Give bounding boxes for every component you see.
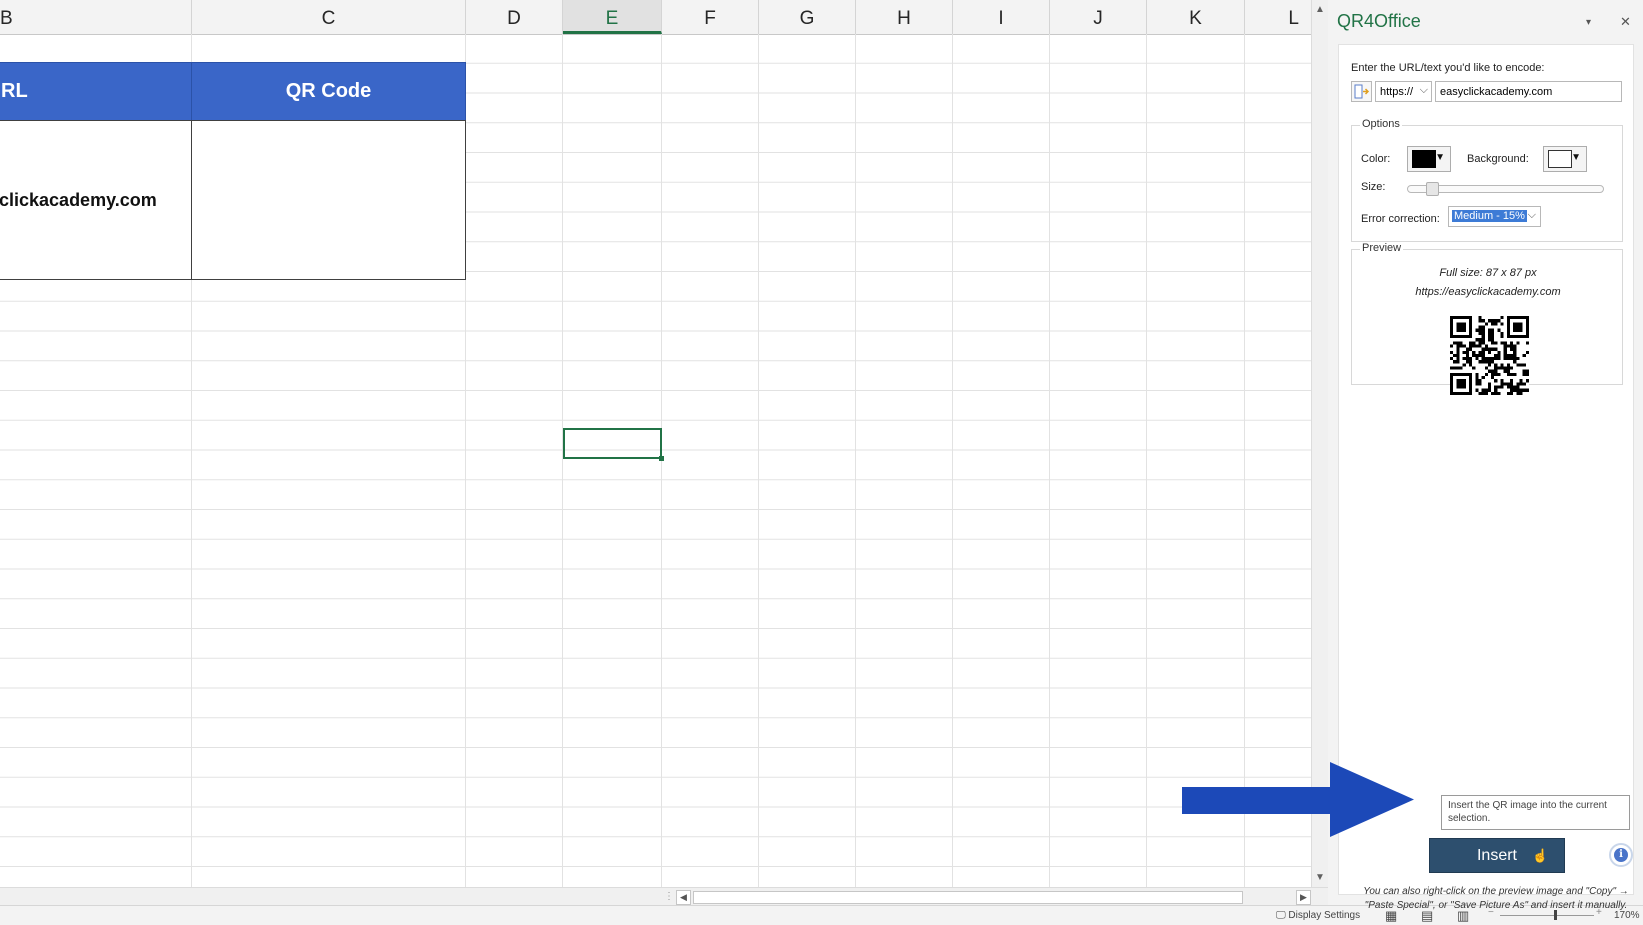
table-header-url[interactable]: RL: [0, 62, 192, 121]
preview-group: Preview Full size: 87 x 87 px https://ea…: [1351, 242, 1623, 395]
gridline: [1244, 34, 1245, 887]
column-header-e[interactable]: E: [563, 0, 662, 34]
tutorial-arrow-icon: [1182, 762, 1414, 837]
background-picker-button[interactable]: ▼: [1543, 146, 1587, 172]
pane-options-chevron-icon[interactable]: ▾: [1586, 17, 1591, 28]
display-settings-button[interactable]: 🖵 Display Settings: [1276, 910, 1360, 921]
pane-title: QR4Office: [1337, 11, 1421, 31]
insert-button[interactable]: Insert ☝: [1429, 838, 1565, 873]
table-header-qr-code[interactable]: QR Code: [191, 62, 466, 121]
sheet-tab-splitter-icon[interactable]: ⋮: [664, 891, 674, 902]
column-header-d[interactable]: D: [466, 0, 563, 34]
table-header-qr-label: QR Code: [285, 80, 372, 102]
url-input-value: easyclickacademy.com: [1440, 86, 1553, 98]
size-label: Size:: [1361, 181, 1386, 193]
options-legend: Options: [1360, 118, 1402, 130]
background-swatch: [1548, 150, 1572, 168]
preview-size-text: Full size: 87 x 87 px: [1439, 267, 1537, 279]
scroll-right-icon[interactable]: ▶: [1296, 890, 1311, 905]
gridline: [1049, 34, 1050, 887]
caret-down-icon: ▼: [1435, 152, 1445, 163]
cell-url[interactable]: clickacademy.com: [0, 120, 192, 280]
gridline: [1146, 34, 1147, 887]
scroll-up-icon[interactable]: ▲: [1315, 4, 1325, 15]
table-header-url-label: RL: [1, 80, 28, 102]
column-header-c[interactable]: C: [192, 0, 466, 34]
insert-tooltip: Insert the QR image into the current sel…: [1441, 795, 1630, 830]
protocol-value: https://: [1380, 86, 1414, 98]
protocol-select[interactable]: https:// ⌵: [1375, 81, 1432, 102]
chevron-down-icon: ⌵: [1419, 84, 1428, 96]
info-button[interactable]: i: [1609, 843, 1633, 867]
column-header-b[interactable]: B: [0, 0, 192, 34]
column-header-j[interactable]: J: [1050, 0, 1147, 34]
cell-url-text: clickacademy.com: [0, 189, 157, 210]
encode-label: Enter the URL/text you'd like to encode:: [1351, 62, 1545, 74]
close-icon[interactable]: ✕: [1620, 14, 1631, 30]
column-header-l[interactable]: L: [1245, 0, 1311, 34]
column-letter: B: [0, 8, 13, 29]
options-group: Options Color: ▼ Background: ▼ Size: Err…: [1351, 118, 1623, 242]
horizontal-scroll-thumb[interactable]: [693, 891, 1243, 904]
insert-button-label: Insert: [1476, 847, 1517, 864]
error-correction-label: Error correction:: [1361, 213, 1440, 225]
info-icon: i: [1614, 848, 1628, 862]
background-label: Background:: [1467, 153, 1529, 165]
preview-url-text: https://easyclickacademy.com: [1415, 286, 1561, 298]
column-header-k[interactable]: K: [1147, 0, 1245, 34]
insert-from-selection-button[interactable]: [1351, 81, 1372, 102]
copy-paste-hint: You can also right-click on the preview …: [1363, 886, 1629, 911]
preview-legend: Preview: [1360, 242, 1404, 254]
column-header-bar: B C D E F G H I J K L: [0, 0, 1311, 35]
vertical-scrollbar[interactable]: ▲ ▼: [1311, 0, 1329, 887]
qr-code-preview-image[interactable]: [1450, 316, 1529, 395]
scroll-down-icon[interactable]: ▼: [1315, 872, 1325, 883]
color-label: Color:: [1361, 153, 1391, 165]
size-slider-thumb[interactable]: [1426, 182, 1439, 196]
column-header-f[interactable]: F: [662, 0, 759, 34]
display-settings-label: Display Settings: [1288, 910, 1361, 921]
caret-down-icon: ▼: [1571, 152, 1581, 163]
active-cell-e[interactable]: [563, 428, 664, 461]
size-slider[interactable]: [1407, 182, 1604, 196]
hand-cursor-icon: ☝: [1532, 848, 1549, 863]
color-picker-button[interactable]: ▼: [1407, 146, 1451, 172]
gridline: [952, 34, 953, 887]
cell-qr-code[interactable]: [191, 120, 466, 280]
column-header-i[interactable]: I: [953, 0, 1050, 34]
column-header-h[interactable]: H: [856, 0, 953, 34]
color-swatch: [1412, 150, 1436, 168]
worksheet[interactable]: B C D E F G H I J K L RL QR Code clickac…: [0, 0, 1311, 887]
chevron-down-icon: ⌵: [1527, 209, 1536, 221]
monitor-icon: 🖵: [1276, 910, 1286, 921]
horizontal-scrollbar[interactable]: ⋮ ◀ ▶: [0, 887, 1328, 906]
error-correction-value: Medium - 15%: [1452, 210, 1527, 222]
gridline: [855, 34, 856, 887]
url-input[interactable]: easyclickacademy.com: [1435, 81, 1622, 102]
zoom-slider[interactable]: [1500, 910, 1594, 920]
gridline: [758, 34, 759, 887]
cell-reference-icon: [1354, 84, 1370, 99]
error-correction-select[interactable]: Medium - 15% ⌵: [1448, 206, 1541, 227]
column-header-g[interactable]: G: [759, 0, 856, 34]
scroll-left-icon[interactable]: ◀: [676, 890, 691, 905]
gridline: [562, 34, 563, 887]
